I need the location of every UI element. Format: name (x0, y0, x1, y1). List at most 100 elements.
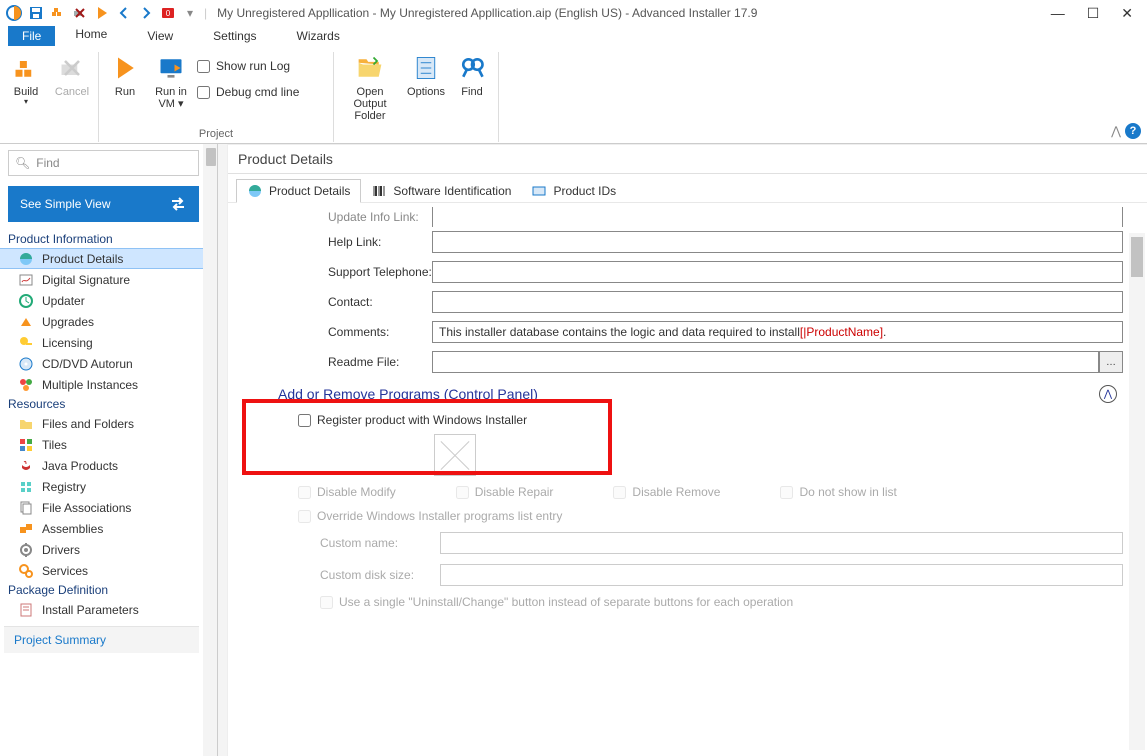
input-help-link[interactable] (432, 231, 1123, 253)
nav-file-assoc[interactable]: File Associations (0, 497, 217, 518)
browse-readme-button[interactable]: … (1099, 351, 1123, 373)
nav-tiles[interactable]: Tiles (0, 434, 217, 455)
ribbon-group-project-label: Project (105, 128, 327, 142)
window-title: My Unregistered Appllication - My Unregi… (217, 6, 757, 20)
cd-icon (18, 356, 34, 372)
chk-disable-modify: Disable Modify (298, 481, 396, 503)
drivers-icon (18, 542, 34, 558)
tiles-icon (18, 437, 34, 453)
content-scrollbar[interactable] (1129, 233, 1145, 750)
label-update-info: Update Info Link: (248, 210, 432, 224)
left-scrollbar[interactable] (203, 144, 217, 756)
left-nav: 🔍︎ Find See Simple View Product Informat… (0, 144, 218, 756)
instances-icon (18, 377, 34, 393)
minimize-button[interactable]: — (1051, 5, 1065, 21)
nav-licensing[interactable]: Licensing (0, 332, 217, 353)
chk-register[interactable]: Register product with Windows Installer (248, 409, 1123, 431)
collapse-icon[interactable]: ⋀ (1099, 385, 1117, 403)
tab-view[interactable]: View (127, 26, 193, 46)
input-comments[interactable]: This installer database contains the log… (432, 321, 1123, 343)
ribbon: Build▾ Cancel Run Run in VM ▾ Show run L… (0, 46, 1147, 144)
run-vm-icon (155, 52, 187, 84)
label-help-link: Help Link: (248, 235, 432, 249)
subtab-details[interactable]: Product Details (236, 179, 361, 203)
page-title: Product Details (228, 145, 1147, 174)
open-output-button[interactable]: Open Output Folder (340, 52, 400, 122)
save-icon[interactable] (28, 5, 44, 21)
run-button[interactable]: Run (105, 52, 145, 98)
tab-wizards[interactable]: Wizards (277, 26, 360, 46)
input-support-tel[interactable] (432, 261, 1123, 283)
chk-do-not-show: Do not show in list (780, 481, 896, 503)
cancel-qat-icon[interactable] (72, 5, 88, 21)
subtab-software-id[interactable]: Software Identification (361, 180, 521, 202)
input-custom-disk (440, 564, 1123, 586)
nav-cddvd[interactable]: CD/DVD Autorun (0, 353, 217, 374)
nav-multi-instances[interactable]: Multiple Instances (0, 374, 217, 395)
ribbon-collapse-icon[interactable]: ⋀ (1111, 124, 1121, 138)
content-area: Update Info Link: Help Link: Support Tel… (228, 203, 1147, 756)
globe-icon (247, 183, 263, 199)
nav-drivers[interactable]: Drivers (0, 539, 217, 560)
forward-icon[interactable] (138, 5, 154, 21)
find-icon (456, 52, 488, 84)
badge-icon[interactable]: 0 (160, 5, 176, 21)
debug-cmd-check[interactable]: Debug cmd line (197, 82, 327, 102)
build-button[interactable]: Build▾ (6, 52, 46, 107)
back-icon[interactable] (116, 5, 132, 21)
chk-disable-repair: Disable Repair (456, 481, 554, 503)
search-icon: 🔍︎ (15, 156, 30, 170)
nav-registry[interactable]: Registry (0, 476, 217, 497)
close-button[interactable]: ✕ (1121, 5, 1133, 22)
file-assoc-icon (18, 500, 34, 516)
chk-disable-remove: Disable Remove (613, 481, 720, 503)
label-custom-disk: Custom disk size: (320, 568, 440, 582)
project-summary-button[interactable]: Project Summary (4, 626, 199, 653)
nav-updater[interactable]: Updater (0, 290, 217, 311)
nav-files-folders[interactable]: Files and Folders (0, 413, 217, 434)
build-qat-icon[interactable] (50, 5, 66, 21)
chk-single-button: Use a single "Uninstall/Change" button i… (248, 591, 1123, 613)
subtab-product-ids[interactable]: Product IDs (521, 180, 626, 202)
qat-dropdown-icon[interactable]: ▾ (182, 5, 198, 21)
ids-icon (531, 183, 547, 199)
label-support-tel: Support Telephone: (248, 265, 432, 279)
control-panel-icon-placeholder[interactable] (434, 434, 476, 476)
run-qat-icon[interactable] (94, 5, 110, 21)
input-update-info[interactable] (432, 207, 1123, 227)
input-readme[interactable] (432, 351, 1099, 373)
services-icon (18, 563, 34, 579)
nav-upgrades[interactable]: Upgrades (0, 311, 217, 332)
swap-icon (169, 195, 187, 213)
nav-digital-signature[interactable]: Digital Signature (0, 269, 217, 290)
run-in-vm-button[interactable]: Run in VM ▾ (151, 52, 191, 110)
help-icon[interactable]: ? (1125, 123, 1141, 139)
ribbon-tabs: File Home View Settings Wizards (0, 26, 1147, 46)
nav-install-params[interactable]: Install Parameters (0, 599, 217, 620)
nav-java[interactable]: Java Products (0, 455, 217, 476)
options-button[interactable]: Options (406, 52, 446, 98)
params-icon (18, 602, 34, 618)
show-run-log-check[interactable]: Show run Log (197, 56, 327, 76)
label-contact: Contact: (248, 295, 432, 309)
options-icon (410, 52, 442, 84)
nav-services[interactable]: Services (0, 560, 217, 581)
run-icon (109, 52, 141, 84)
tab-settings[interactable]: Settings (193, 26, 276, 46)
registry-icon (18, 479, 34, 495)
label-custom-name: Custom name: (320, 536, 440, 550)
main-panel: Product Details Product Details Software… (228, 144, 1147, 756)
nav-assemblies[interactable]: Assemblies (0, 518, 217, 539)
section-add-remove: Add or Remove Programs (Control Panel) ⋀ (248, 377, 1123, 409)
maximize-button[interactable]: ☐ (1087, 5, 1100, 22)
simple-view-button[interactable]: See Simple View (8, 186, 199, 222)
titlebar: 0 ▾ | My Unregistered Appllication - My … (0, 0, 1147, 26)
tab-home[interactable]: Home (55, 24, 127, 46)
signature-icon (18, 272, 34, 288)
nav-product-details[interactable]: Product Details (0, 248, 217, 269)
find-button[interactable]: Find (452, 52, 492, 98)
java-icon (18, 458, 34, 474)
tab-file[interactable]: File (8, 26, 55, 46)
input-contact[interactable] (432, 291, 1123, 313)
find-input[interactable]: 🔍︎ Find (8, 150, 199, 176)
